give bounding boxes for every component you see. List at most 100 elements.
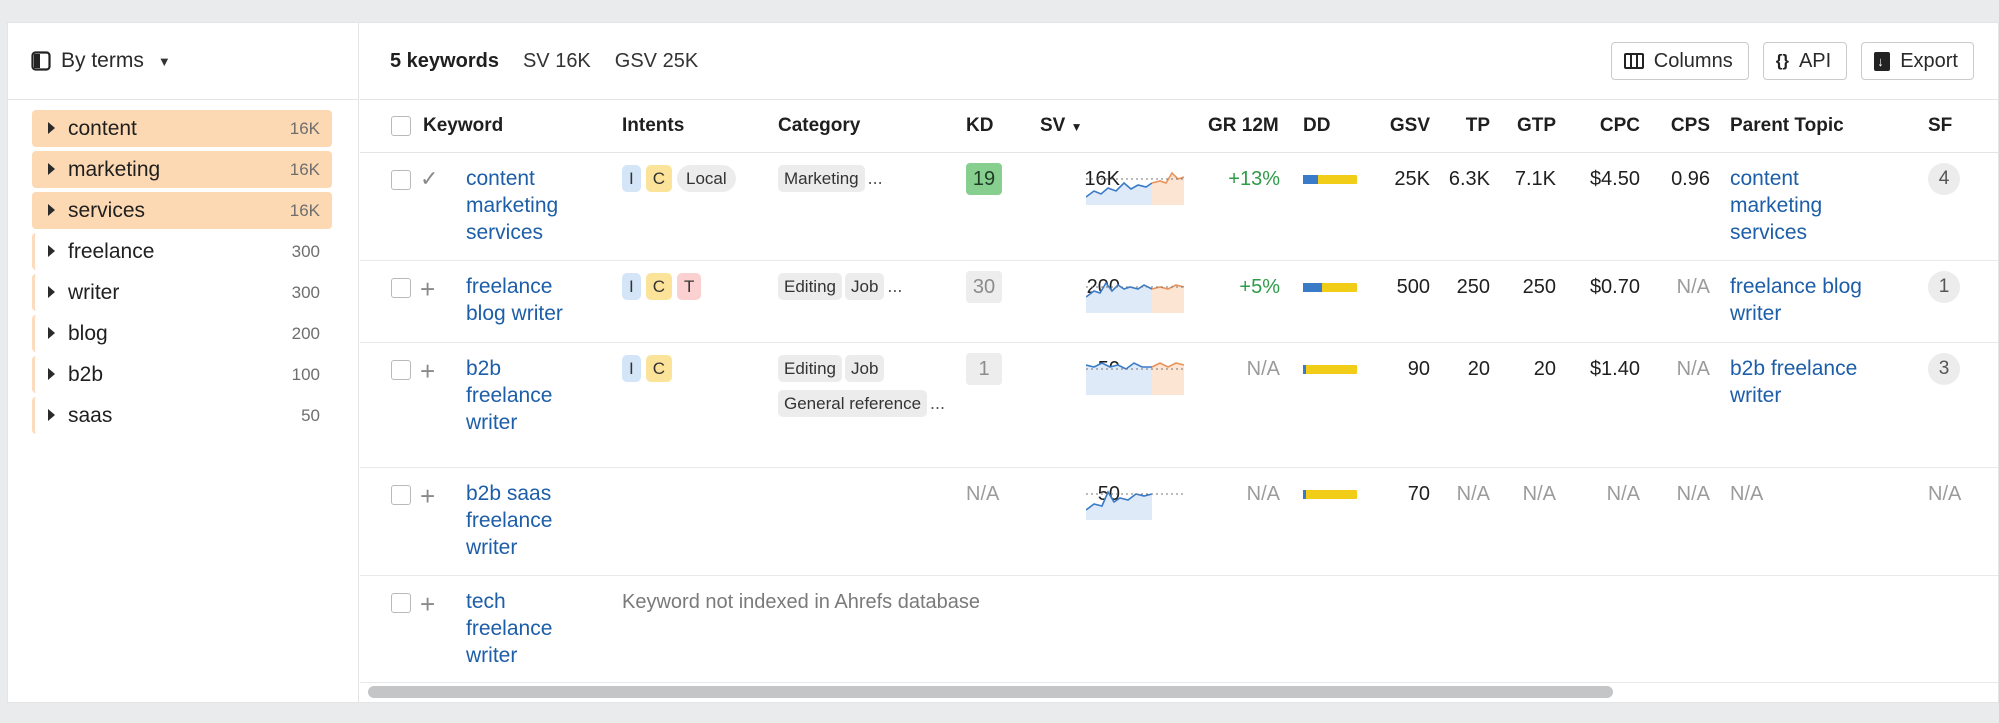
keywords-table-area: 5 keywords SV 16K GSV 25K Columns {} API… bbox=[360, 23, 1998, 702]
category-tag[interactable]: General reference bbox=[778, 390, 928, 417]
cpc-value: $4.50 bbox=[1589, 168, 1640, 190]
expand-arrow-icon[interactable] bbox=[48, 163, 55, 175]
terms-sidebar: By terms ▼ content 16K marketing 16K service… bbox=[8, 23, 359, 702]
term-item-services[interactable]: services 16K bbox=[32, 192, 332, 229]
sf-count-badge[interactable]: 1 bbox=[1928, 271, 1960, 303]
parent-topic-link[interactable]: b2b freelance writer bbox=[1730, 355, 1880, 409]
sf-count-badge[interactable]: 3 bbox=[1928, 353, 1960, 385]
dd-bar bbox=[1303, 283, 1357, 292]
expand-arrow-icon[interactable] bbox=[48, 286, 55, 298]
category-cell: Editing Job General reference... bbox=[778, 355, 960, 425]
gr12m-value: +13% bbox=[1228, 168, 1280, 190]
kd-badge: 30 bbox=[966, 271, 1002, 303]
col-tp[interactable]: TP bbox=[1430, 115, 1490, 137]
category-tag[interactable]: Editing bbox=[778, 355, 842, 382]
columns-button[interactable]: Columns bbox=[1610, 42, 1749, 80]
col-sv[interactable]: SV ▼ bbox=[1040, 115, 1083, 137]
tp-value: 250 bbox=[1456, 276, 1490, 298]
intent-badge: I bbox=[622, 165, 641, 192]
col-gtp[interactable]: GTP bbox=[1490, 115, 1556, 137]
expand-arrow-icon[interactable] bbox=[48, 204, 55, 216]
keyword-link[interactable]: freelance blog writer bbox=[466, 273, 586, 327]
category-cell: Editing Job... bbox=[778, 273, 960, 308]
row-checkbox[interactable] bbox=[391, 278, 411, 298]
tp-value: N/A bbox=[1456, 483, 1490, 505]
api-button[interactable]: {} API bbox=[1762, 42, 1848, 80]
expand-arrow-icon[interactable] bbox=[48, 122, 55, 134]
export-button[interactable]: Export bbox=[1861, 42, 1974, 80]
category-more[interactable]: ... bbox=[868, 168, 883, 188]
add-keyword-icon[interactable]: + bbox=[420, 358, 435, 384]
keyword-link[interactable]: content marketing services bbox=[466, 165, 586, 246]
api-button-label: API bbox=[1798, 49, 1832, 72]
term-count: 16K bbox=[289, 118, 320, 138]
added-check-icon[interactable]: ✓ bbox=[420, 166, 438, 192]
row-checkbox[interactable] bbox=[391, 360, 411, 380]
sv-trend-sparkline[interactable] bbox=[1086, 351, 1186, 395]
term-item-marketing[interactable]: marketing 16K bbox=[32, 151, 332, 188]
term-name: freelance bbox=[68, 239, 155, 263]
horizontal-scrollbar[interactable] bbox=[368, 686, 1613, 698]
add-keyword-icon[interactable]: + bbox=[420, 591, 435, 617]
category-tag[interactable]: Editing bbox=[778, 273, 842, 300]
select-all-checkbox[interactable] bbox=[391, 116, 411, 136]
col-gr12m[interactable]: GR 12M bbox=[1208, 115, 1279, 137]
row-checkbox[interactable] bbox=[391, 593, 411, 613]
row-checkbox[interactable] bbox=[391, 170, 411, 190]
sv-trend-sparkline[interactable] bbox=[1086, 161, 1186, 205]
col-parent-topic[interactable]: Parent Topic bbox=[1730, 115, 1844, 137]
keyword-link[interactable]: b2b freelance writer bbox=[466, 355, 586, 436]
term-item-content[interactable]: content 16K bbox=[32, 110, 332, 147]
sf-count-badge[interactable]: 4 bbox=[1928, 163, 1960, 195]
export-button-label: Export bbox=[1900, 49, 1958, 72]
terms-list: content 16K marketing 16K services 16K freelan… bbox=[8, 100, 358, 434]
parent-topic-link[interactable]: freelance blog writer bbox=[1730, 273, 1880, 327]
col-gsv[interactable]: GSV bbox=[1350, 115, 1430, 137]
category-more[interactable]: ... bbox=[930, 393, 945, 413]
expand-arrow-icon[interactable] bbox=[48, 245, 55, 257]
category-tag[interactable]: Job bbox=[844, 273, 885, 300]
col-sf[interactable]: SF bbox=[1928, 115, 1952, 137]
add-keyword-icon[interactable]: + bbox=[420, 276, 435, 302]
col-kd[interactable]: KD bbox=[966, 115, 993, 137]
category-tag[interactable]: Marketing bbox=[778, 165, 865, 192]
cpc-value: N/A bbox=[1606, 483, 1640, 505]
term-item-saas[interactable]: saas 50 bbox=[32, 397, 332, 434]
add-keyword-icon[interactable]: + bbox=[420, 483, 435, 509]
gsv-value: 90 bbox=[1407, 358, 1430, 380]
col-category[interactable]: Category bbox=[778, 115, 860, 137]
intent-badge: C bbox=[645, 355, 673, 382]
term-item-b2b[interactable]: b2b 100 bbox=[32, 356, 332, 393]
gtp-value: N/A bbox=[1522, 483, 1556, 505]
gr12m-value: N/A bbox=[1246, 483, 1280, 505]
table-row: + b2b freelance writer I C Editing Job General… bbox=[360, 343, 1998, 468]
view-selector[interactable]: By terms ▼ bbox=[8, 23, 358, 100]
term-count: 16K bbox=[289, 159, 320, 179]
row-checkbox[interactable] bbox=[391, 485, 411, 505]
expand-arrow-icon[interactable] bbox=[48, 409, 55, 421]
col-cps[interactable]: CPS bbox=[1640, 115, 1710, 137]
sv-trend-sparkline[interactable] bbox=[1086, 269, 1186, 313]
keyword-link[interactable]: tech freelance writer bbox=[466, 588, 586, 669]
sv-trend-sparkline[interactable] bbox=[1086, 476, 1186, 520]
table-row: + tech freelance writer Keyword not indexe… bbox=[360, 576, 1998, 683]
col-intents[interactable]: Intents bbox=[622, 115, 684, 137]
term-item-blog[interactable]: blog 200 bbox=[32, 315, 332, 352]
term-name: marketing bbox=[68, 157, 161, 181]
intents-cell: I C Local bbox=[622, 165, 741, 192]
braces-icon: {} bbox=[1775, 51, 1789, 70]
parent-topic-link[interactable]: content marketing services bbox=[1730, 165, 1880, 246]
category-more[interactable]: ... bbox=[887, 276, 902, 296]
expand-arrow-icon[interactable] bbox=[48, 368, 55, 380]
expand-arrow-icon[interactable] bbox=[48, 327, 55, 339]
term-item-freelance[interactable]: freelance 300 bbox=[32, 233, 332, 270]
keyword-link[interactable]: b2b saas freelance writer bbox=[466, 480, 586, 561]
intent-badge: I bbox=[622, 273, 641, 300]
intent-badge: I bbox=[622, 355, 641, 382]
category-tag[interactable]: Job bbox=[844, 355, 885, 382]
table-column-headers: Keyword Intents Category KD SV ▼ GR 12M … bbox=[360, 101, 1998, 153]
col-dd[interactable]: DD bbox=[1303, 115, 1330, 137]
col-cpc[interactable]: CPC bbox=[1560, 115, 1640, 137]
term-item-writer[interactable]: writer 300 bbox=[32, 274, 332, 311]
col-keyword[interactable]: Keyword bbox=[423, 115, 503, 137]
